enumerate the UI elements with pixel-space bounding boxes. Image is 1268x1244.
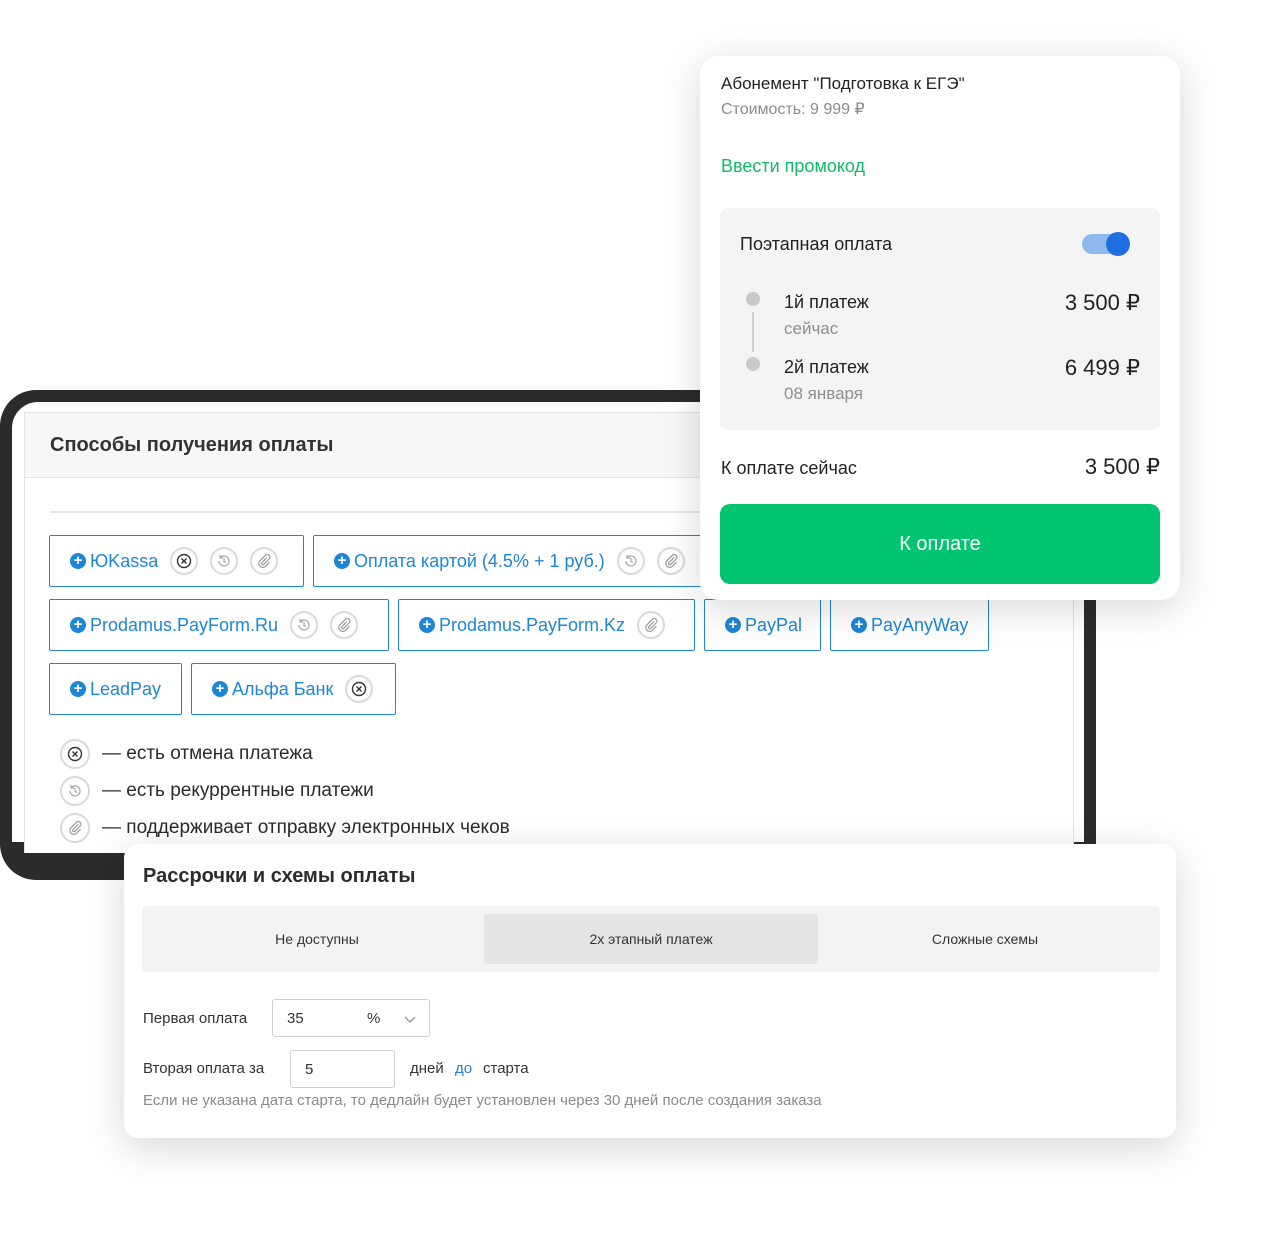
step-2-amount: 6 499 ₽ <box>1064 355 1140 380</box>
promo-code-link[interactable]: Ввести промокод <box>721 156 865 177</box>
days-suffix: дней <box>410 1060 444 1077</box>
receipt-clip-icon <box>656 547 685 575</box>
step-connector <box>752 312 754 352</box>
step-dot <box>746 357 760 371</box>
legend-receipts: — поддерживает отправку электронных чеко… <box>60 813 510 843</box>
deadline-hint: Если не указана дата старта, то дедлайн … <box>143 1092 822 1109</box>
plus-icon: + <box>212 681 228 697</box>
cancel-icon <box>345 675 374 703</box>
product-price: Стоимость: 9 999 ₽ <box>721 101 865 118</box>
method-alfa-button[interactable]: + Альфа Банк <box>191 663 396 715</box>
plus-icon: + <box>851 617 867 633</box>
method-prodamus-ru-button[interactable]: + Prodamus.PayForm.Ru <box>49 599 389 651</box>
recurring-icon <box>290 611 319 639</box>
method-card-button[interactable]: + Оплата картой (4.5% + 1 руб.) <box>313 535 713 587</box>
method-label: Prodamus.PayForm.Kz <box>439 614 626 635</box>
product-title: Абонемент "Подготовка к ЕГЭ" <box>721 74 965 93</box>
step-2-name: 2й платеж <box>784 357 869 377</box>
method-label: ЮKassa <box>90 550 159 571</box>
method-prodamus-kz-button[interactable]: + Prodamus.PayForm.Kz <box>398 599 695 651</box>
chevron-down-icon <box>403 1012 417 1029</box>
legend-text: — поддерживает отправку электронных чеко… <box>102 817 510 838</box>
installment-mode-switch: Не доступны 2х этапный платеж Сложные сх… <box>142 906 1160 972</box>
method-label: Альфа Банк <box>232 678 334 699</box>
second-payment-value: 5 <box>305 1060 314 1078</box>
mode-option-two-stage[interactable]: 2х этапный платеж <box>484 914 818 964</box>
step-dot <box>746 292 760 306</box>
start-suffix: старта <box>483 1060 529 1077</box>
pay-button[interactable]: К оплате <box>720 504 1160 584</box>
receipt-clip-icon <box>60 813 90 843</box>
due-now-amount: 3 500 ₽ <box>1084 454 1160 479</box>
mode-option-unavailable[interactable]: Не доступны <box>150 914 484 964</box>
plus-icon: + <box>419 617 435 633</box>
plus-icon: + <box>725 617 741 633</box>
method-payanyway-button[interactable]: + PayAnyWay <box>830 599 989 651</box>
step-1-when: сейчас <box>784 319 839 338</box>
legend-recurring: — есть рекуррентные платежи <box>60 776 374 806</box>
receipt-clip-icon <box>330 611 359 639</box>
method-label: LeadPay <box>90 678 162 699</box>
plus-icon: + <box>70 681 86 697</box>
staged-payment-label: Поэтапная оплата <box>740 234 893 254</box>
legend-text: — есть рекуррентные платежи <box>102 780 374 801</box>
cancel-icon <box>60 739 90 769</box>
first-payment-label: Первая оплата <box>143 1010 248 1027</box>
plus-icon: + <box>334 553 350 569</box>
checkout-card: Абонемент "Подготовка к ЕГЭ" Стоимость: … <box>700 56 1180 600</box>
plus-icon: + <box>70 617 86 633</box>
installments-card: Рассрочки и схемы оплаты Не доступны 2х … <box>124 844 1176 1138</box>
installments-title: Рассрочки и схемы оплаты <box>143 865 416 887</box>
method-label: Prodamus.PayForm.Ru <box>90 614 279 635</box>
plus-icon: + <box>70 553 86 569</box>
recurring-icon <box>210 547 239 575</box>
recurring-icon <box>616 547 645 575</box>
method-paypal-button[interactable]: + PayPal <box>704 599 821 651</box>
first-payment-value: 35 <box>287 1009 304 1027</box>
before-start-link[interactable]: до <box>455 1060 472 1077</box>
method-label: PayPal <box>745 614 803 635</box>
method-label: Оплата картой (4.5% + 1 руб.) <box>354 550 605 571</box>
staged-payment-box: Поэтапная оплата 1й платеж сейчас 3 500 … <box>720 208 1160 430</box>
cancel-icon <box>170 547 199 575</box>
due-now-label: К оплате сейчас <box>721 458 857 478</box>
second-payment-label: Вторая оплата за <box>143 1060 265 1077</box>
second-payment-days-input[interactable]: 5 <box>290 1050 395 1088</box>
toggle-knob[interactable] <box>1106 232 1130 256</box>
mode-option-complex[interactable]: Сложные схемы <box>818 914 1152 964</box>
receipt-clip-icon <box>250 547 279 575</box>
recurring-icon <box>60 776 90 806</box>
step-2-when: 08 января <box>784 384 863 403</box>
legend-cancel: — есть отмена платежа <box>60 739 313 769</box>
legend-text: — есть отмена платежа <box>102 743 313 764</box>
method-leadpay-button[interactable]: + LeadPay <box>49 663 182 715</box>
percent-unit: % <box>367 1009 381 1027</box>
method-yookassa-button[interactable]: + ЮKassa <box>49 535 304 587</box>
receipt-clip-icon <box>637 611 666 639</box>
method-label: PayAnyWay <box>871 614 969 635</box>
step-1-amount: 3 500 ₽ <box>1064 290 1140 315</box>
step-1-name: 1й платеж <box>784 292 869 312</box>
first-payment-select[interactable]: 35 % <box>272 999 430 1037</box>
